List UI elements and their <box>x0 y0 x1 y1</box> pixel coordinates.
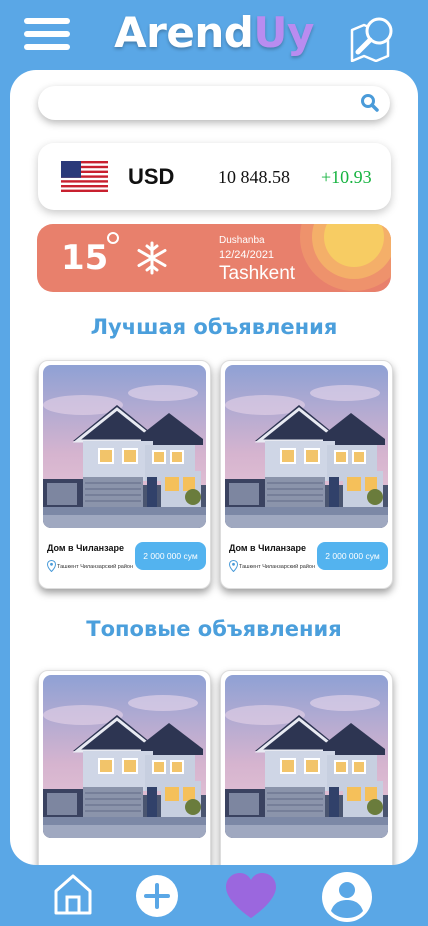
us-flag-icon <box>61 161 108 192</box>
search-bar <box>38 86 390 120</box>
house-photo <box>43 365 206 528</box>
snowflake-icon <box>135 241 169 275</box>
listing-card[interactable]: Дом в Чиланзаре Ташкент Чиланзарский рай… <box>220 360 393 589</box>
price-badge: 2 000 000 сум <box>135 542 206 570</box>
listing-card[interactable]: Дом в Чиланзаре Ташкент Чиланзарский рай… <box>38 360 211 589</box>
plus-icon[interactable] <box>135 874 179 918</box>
logo-part-uy: Uy <box>253 8 314 57</box>
top-bar: ArendUy <box>0 0 428 72</box>
currency-code: USD <box>128 164 175 189</box>
weather-city: Tashkent <box>219 263 296 284</box>
location-pin-icon <box>47 560 56 572</box>
main-panel: USD 10 848.58 +10.93 15 Dushanba 12/24/2 <box>10 70 418 865</box>
degree-symbol <box>107 232 119 244</box>
top-listings-title: Топовые объявления <box>86 617 342 641</box>
home-icon[interactable] <box>52 872 94 916</box>
currency-rate: 10 848.58 <box>218 167 290 187</box>
listing-address: Ташкент Чиланзарский район <box>57 564 133 570</box>
heart-icon[interactable] <box>224 872 278 920</box>
search-input[interactable] <box>54 86 354 120</box>
listing-title: Дом в Чиланзаре <box>229 543 306 553</box>
weather-date: 12/24/2021 <box>219 249 275 261</box>
listing-title: Дом в Чиланзаре <box>47 543 124 553</box>
listing-card[interactable] <box>220 670 393 865</box>
currency-change: +10.93 <box>321 167 372 187</box>
temperature: 15 <box>61 238 109 278</box>
bottom-nav <box>0 866 428 926</box>
listing-address: Ташкент Чиланзарский район <box>239 564 315 570</box>
house-photo <box>225 675 388 838</box>
search-icon[interactable] <box>360 93 380 113</box>
location-pin-icon <box>229 560 238 572</box>
house-photo <box>43 675 206 838</box>
house-photo <box>225 365 388 528</box>
weather-day: Dushanba <box>219 235 265 246</box>
listing-card[interactable] <box>38 670 211 865</box>
sun-icon <box>300 224 391 291</box>
weather-widget: 15 Dushanba 12/24/2021 Tashkent <box>37 224 391 292</box>
logo-part-arend: Arend <box>114 8 254 57</box>
best-listings-title: Лучшая объявления <box>90 315 338 339</box>
price-badge: 2 000 000 сум <box>317 542 388 570</box>
currency-widget: USD 10 848.58 +10.93 <box>38 143 391 210</box>
user-icon[interactable] <box>321 871 373 923</box>
map-search-icon[interactable] <box>348 14 398 63</box>
